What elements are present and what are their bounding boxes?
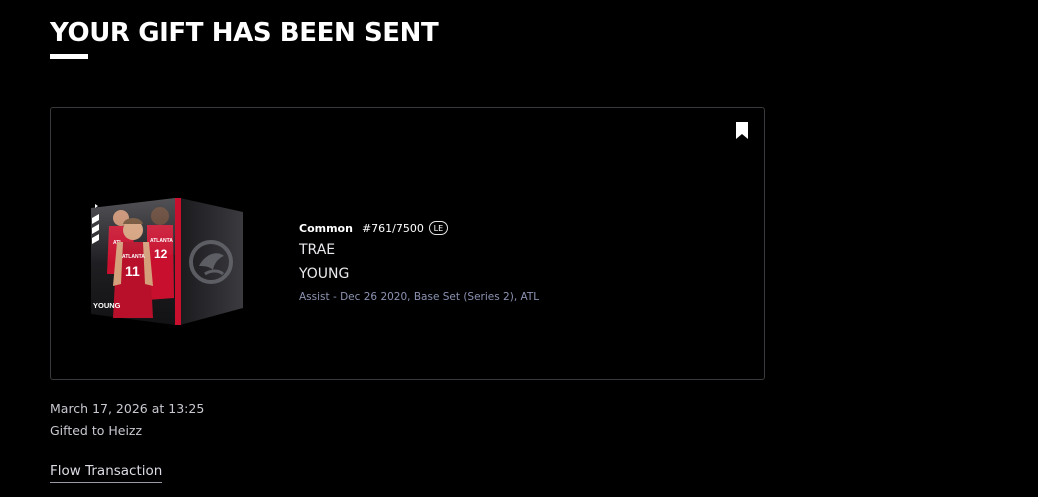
bookmark-icon[interactable]	[735, 122, 749, 139]
card-nameplate: YOUNG	[93, 301, 121, 310]
page-title: YOUR GIFT HAS BEEN SENT	[50, 18, 439, 48]
cube-gloss	[91, 198, 175, 264]
flow-transaction-link[interactable]: Flow Transaction	[50, 461, 163, 483]
player-first-name: TRAE	[299, 242, 336, 258]
gift-sent-page: YOUR GIFT HAS BEEN SENT 11 YOUNG Common …	[0, 0, 1038, 497]
player-last-name: YOUNG	[299, 266, 350, 282]
transaction-date: March 17, 2026 at 13:25	[50, 401, 205, 416]
tier-label: Common	[299, 221, 353, 235]
gift-recipient: Gifted to Heizz	[50, 423, 143, 438]
moment-thumbnail[interactable]: ATL ATLANTA 12 ATLANTA 11	[87, 194, 245, 328]
moment-card: ATL ATLANTA 12 ATLANTA 11	[50, 107, 765, 380]
jersey-number: 11	[125, 263, 140, 279]
cube-red-spine	[175, 198, 181, 325]
title-underline	[50, 54, 88, 59]
moment-details: Assist - Dec 26 2020, Base Set (Series 2…	[299, 291, 540, 303]
limited-edition-badge: LE	[428, 221, 448, 235]
serial-number: #761/7500	[361, 221, 424, 235]
tier-row: Common #761/7500 LE	[299, 218, 719, 238]
moment-info: Common #761/7500 LE TRAE YOUNG Assist - …	[299, 218, 719, 303]
